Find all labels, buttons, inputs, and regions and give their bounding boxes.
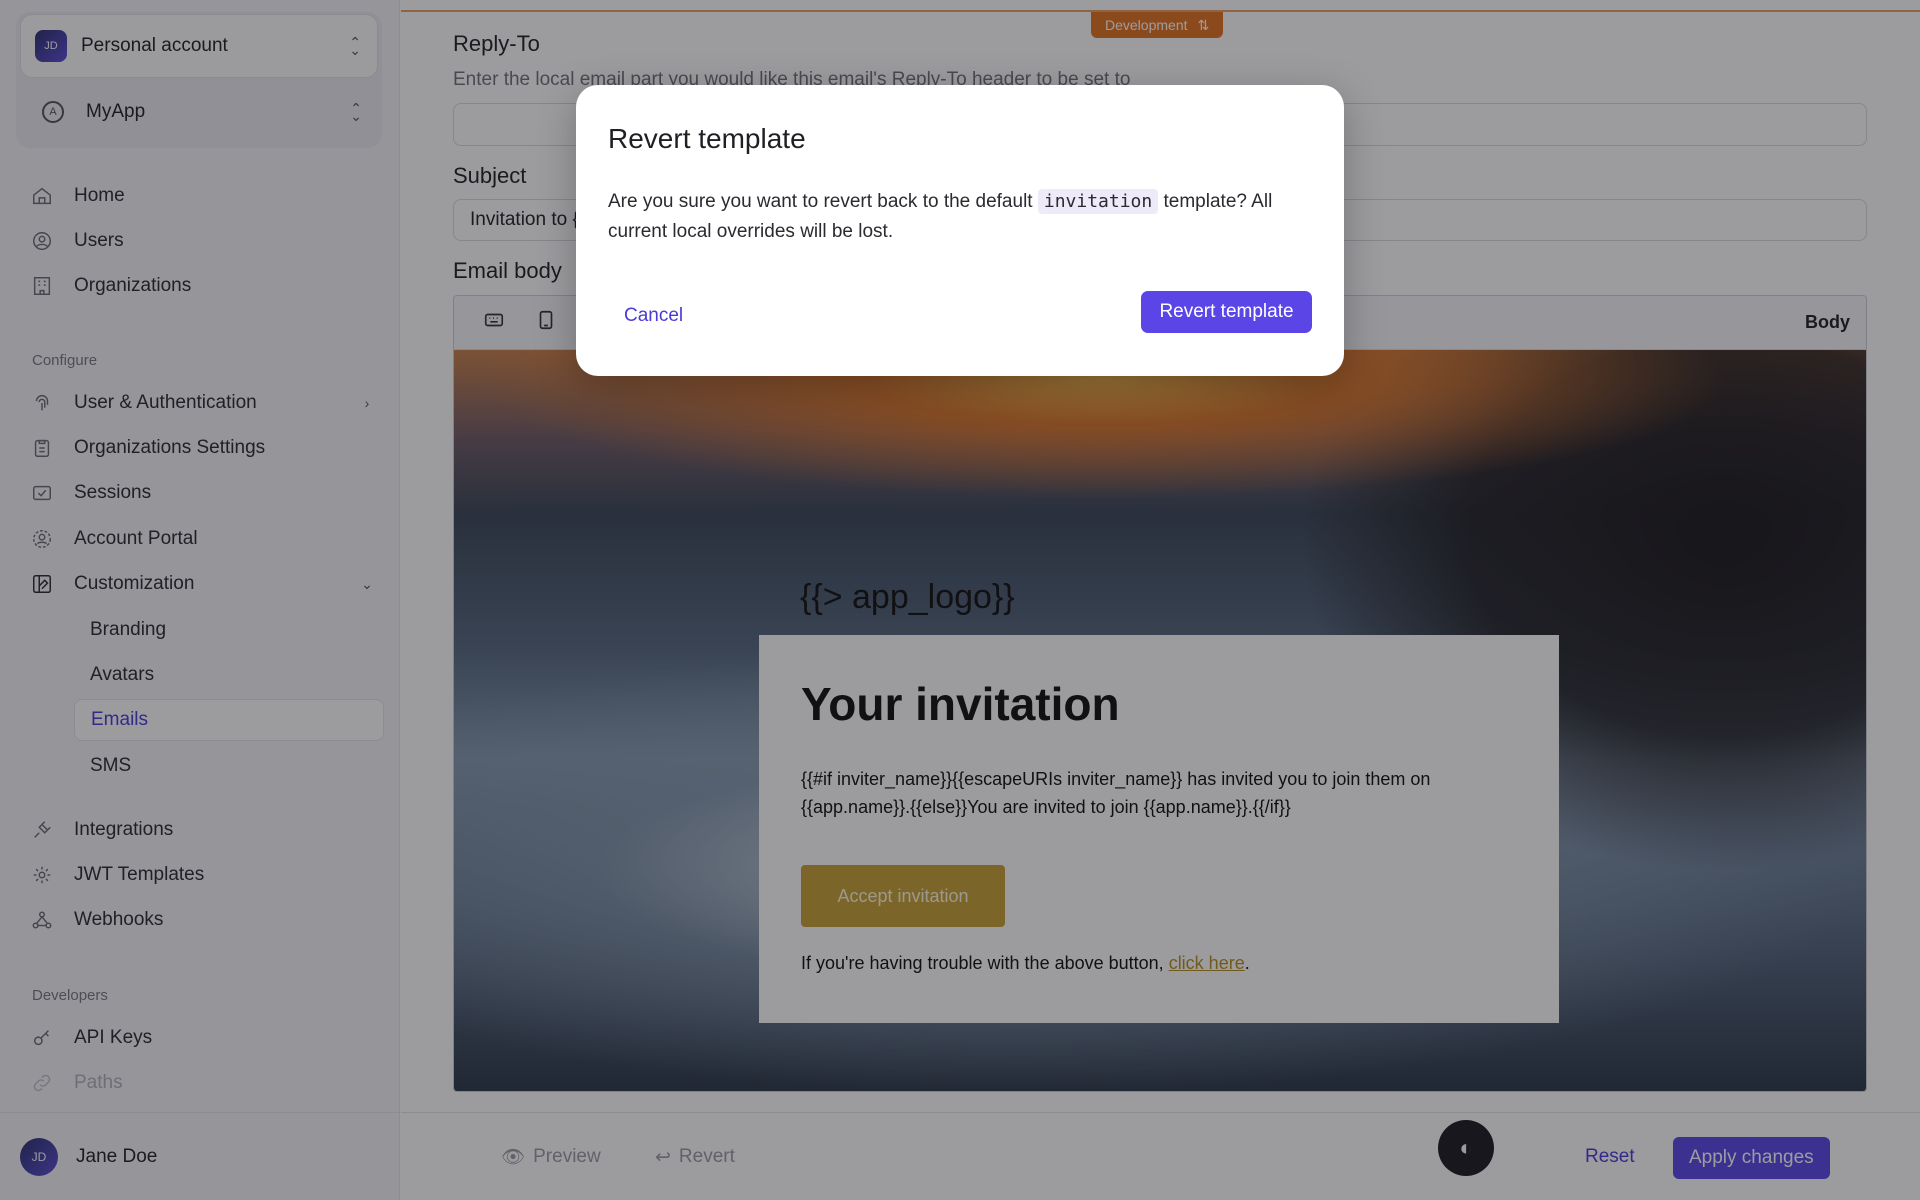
template-code-chip: invitation <box>1037 189 1159 214</box>
dialog-body-before: Are you sure you want to revert back to … <box>608 191 1038 212</box>
cancel-button[interactable]: Cancel <box>624 295 683 337</box>
dialog-title: Revert template <box>608 123 806 154</box>
dialog-body: Are you sure you want to revert back to … <box>608 187 1308 247</box>
revert-template-dialog: Revert template Are you sure you want to… <box>576 85 1344 376</box>
revert-template-button[interactable]: Revert template <box>1141 291 1312 333</box>
